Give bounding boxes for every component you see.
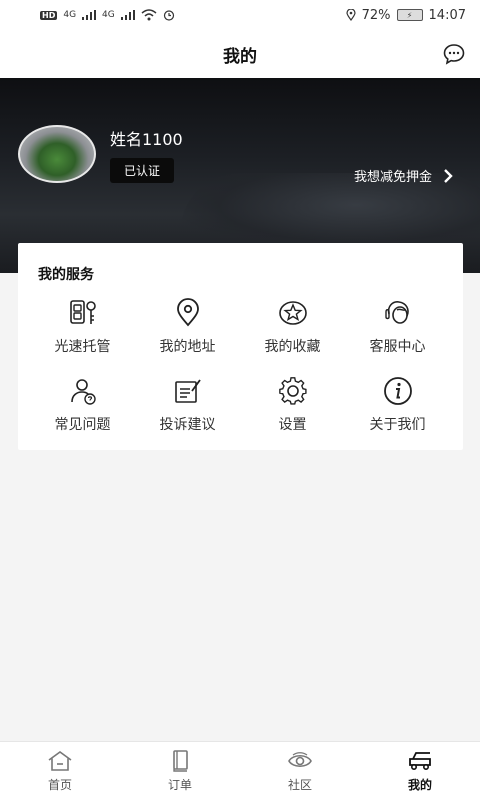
status-right: 72% ⚡ 14:07 [346,8,466,23]
battery-icon: ⚡ [396,9,423,21]
tab-orders[interactable]: 订单 [120,742,240,800]
tab-community[interactable]: 社区 [240,742,360,800]
banner-car-background [180,173,480,253]
gear-icon [278,377,307,405]
order-book-icon [173,749,188,772]
service-item-complaint[interactable]: 投诉建议 [135,376,240,434]
key-fob-icon [69,300,96,324]
service-item-hosting[interactable]: 光速托管 [30,298,135,356]
tab-label: 社区 [287,777,312,792]
star-icon [278,301,307,325]
location-icon [346,9,356,21]
service-item-address[interactable]: 我的地址 [135,298,240,356]
service-label: 我的收藏 [264,339,321,355]
service-label: 投诉建议 [159,417,216,433]
bottom-tab-bar: 首页 订单 社区 我的 [0,741,480,800]
status-left: HD 4G 4G [40,9,175,21]
home-icon [48,750,72,771]
tab-label: 首页 [47,777,72,792]
services-grid: 光速托管 我的地址 我的收藏 客服中心 常见问题 投诉建议 设置 关于我们 [30,298,450,434]
tab-mine[interactable]: 我的 [360,742,480,800]
service-label: 常见问题 [54,417,111,433]
status-bar: HD 4G 4G 72% ⚡ 14:07 [0,0,480,30]
reduce-deposit-link[interactable]: 我想减免押金 [354,166,454,185]
signal-4g-2: 4G [102,10,115,20]
battery-percent: 72% [361,7,391,23]
service-label: 客服中心 [369,339,426,355]
tab-home[interactable]: 首页 [0,742,120,800]
service-label: 我的地址 [159,339,216,355]
tab-label: 我的 [407,777,432,792]
service-item-settings[interactable]: 设置 [240,376,345,434]
tab-label: 订单 [167,777,192,792]
page-header: 我的 [0,30,480,78]
service-label: 光速托管 [54,339,111,355]
my-services-card: 我的服务 光速托管 我的地址 我的收藏 客服中心 常见问题 投诉建议 设置 关于… [18,243,463,450]
signal-bars-icon [120,10,135,20]
message-icon[interactable] [442,42,466,66]
service-item-customer-service[interactable]: 客服中心 [345,298,450,356]
service-item-about[interactable]: 关于我们 [345,376,450,434]
feedback-edit-icon [174,379,201,403]
service-label: 关于我们 [369,417,426,433]
service-item-faq[interactable]: 常见问题 [30,376,135,434]
customer-service-icon [384,301,409,324]
clock: 14:07 [428,7,466,23]
wifi-icon [141,9,157,21]
location-pin-icon [176,298,199,327]
profile-car-icon [409,751,431,770]
alarm-icon [163,10,174,21]
signal-bars-icon [82,10,97,20]
page-title: 我的 [223,46,257,67]
info-icon [383,377,412,405]
service-label: 设置 [278,417,307,433]
verified-badge: 已认证 [110,158,175,183]
user-name: 姓名1100 [110,130,183,149]
avatar[interactable] [18,125,96,183]
service-item-favorites[interactable]: 我的收藏 [240,298,345,356]
services-title: 我的服务 [38,267,94,283]
signal-4g-1: 4G [63,10,77,20]
reduce-deposit-label: 我想减免押金 [353,170,432,185]
faq-person-icon [70,379,96,405]
chevron-right-icon [444,168,453,183]
hd-indicator: HD [40,10,58,20]
eye-community-icon [288,751,312,767]
